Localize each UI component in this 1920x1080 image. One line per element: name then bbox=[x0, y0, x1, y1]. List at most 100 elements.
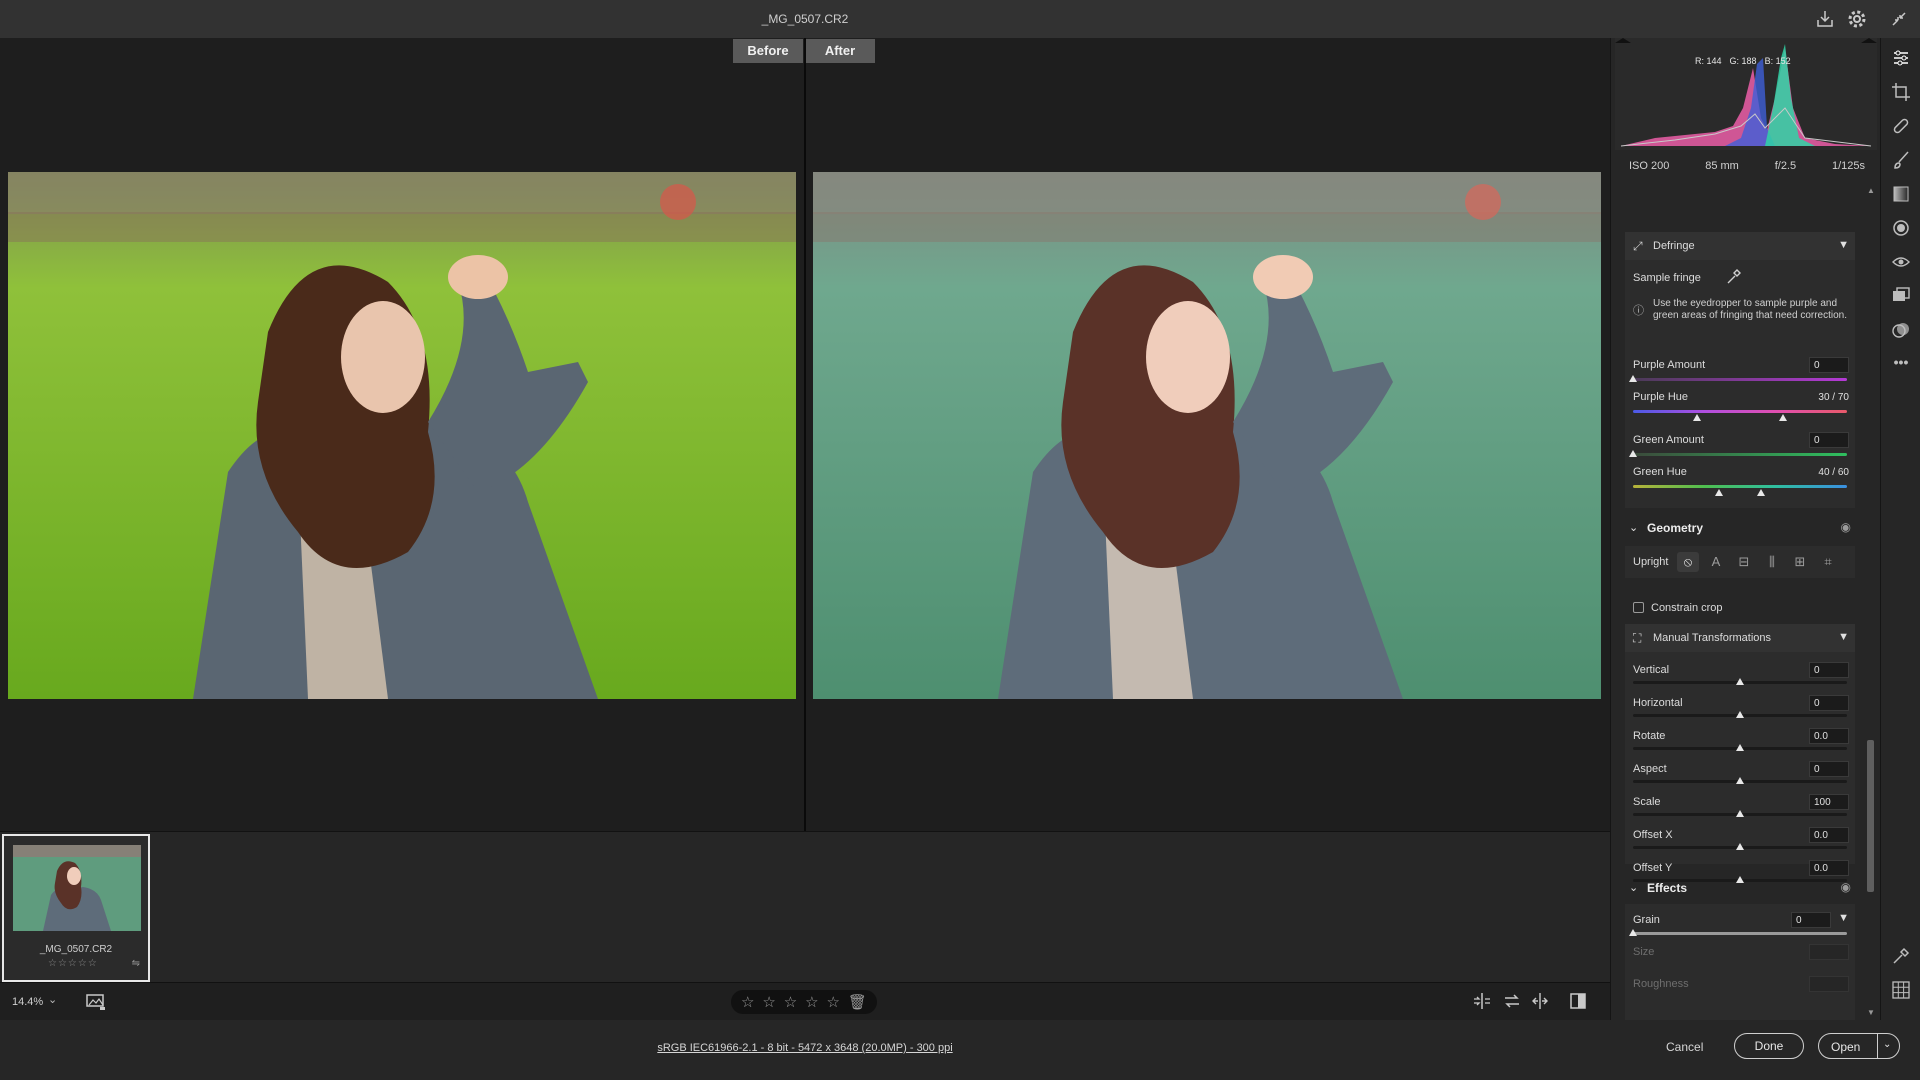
linear-gradient-icon[interactable] bbox=[1891, 184, 1911, 204]
star-4[interactable]: ☆ bbox=[805, 993, 818, 1011]
grain-track[interactable] bbox=[1633, 932, 1847, 935]
panel-scrollbar-thumb[interactable] bbox=[1867, 740, 1874, 892]
green-amount-track[interactable] bbox=[1633, 453, 1847, 456]
grain-handle[interactable] bbox=[1629, 929, 1637, 936]
manual-slider-handle[interactable] bbox=[1736, 843, 1744, 850]
upright-guided-icon[interactable]: ⌗ bbox=[1817, 552, 1839, 572]
thumbnail-stars[interactable]: ☆☆☆☆☆ bbox=[48, 958, 98, 969]
upright-full-icon[interactable]: ⊞ bbox=[1789, 552, 1811, 572]
crop-icon[interactable] bbox=[1891, 82, 1911, 102]
green-amount-label: Green Amount bbox=[1633, 434, 1704, 446]
toggle-view-icon[interactable] bbox=[1569, 992, 1587, 1015]
before-image bbox=[8, 172, 796, 699]
gear-icon[interactable] bbox=[1846, 8, 1868, 30]
swap-settings-icon[interactable] bbox=[1503, 992, 1521, 1015]
green-hue-low-handle[interactable] bbox=[1714, 489, 1723, 496]
edit-icon[interactable] bbox=[1891, 48, 1911, 68]
upright-label: Upright bbox=[1633, 556, 1669, 568]
upright-vertical-icon[interactable]: ⫼ bbox=[1761, 552, 1783, 572]
radial-gradient-icon[interactable] bbox=[1891, 218, 1911, 238]
green-hue-high-handle[interactable] bbox=[1757, 489, 1766, 496]
constrain-crop-checkbox[interactable] bbox=[1633, 602, 1644, 613]
more-icon[interactable]: ••• bbox=[1891, 354, 1911, 374]
manual-slider-input[interactable]: 0.0 bbox=[1809, 827, 1849, 843]
purple-hue-track[interactable] bbox=[1633, 410, 1847, 413]
defringe-header[interactable]: ⤢ Defringe ▼ bbox=[1625, 232, 1855, 260]
geometry-section-header[interactable]: ⌄ Geometry ◉ bbox=[1625, 516, 1855, 540]
filmstrip-toggle-icon[interactable] bbox=[86, 993, 106, 1014]
upright-off-icon[interactable]: ⦸ bbox=[1677, 552, 1699, 572]
manual-slider-handle[interactable] bbox=[1736, 777, 1744, 784]
brush-icon[interactable] bbox=[1891, 150, 1911, 170]
save-icon[interactable] bbox=[1814, 8, 1836, 30]
effects-title: Effects bbox=[1647, 881, 1688, 895]
star-2[interactable]: ☆ bbox=[762, 993, 775, 1011]
manual-slider-handle[interactable] bbox=[1736, 744, 1744, 751]
panel-scrollbar[interactable] bbox=[1865, 184, 1875, 1020]
star-1[interactable]: ☆ bbox=[741, 993, 754, 1011]
purple-amount-track[interactable] bbox=[1633, 378, 1847, 381]
done-button[interactable]: Done bbox=[1734, 1033, 1804, 1059]
copy-settings-icon[interactable] bbox=[1531, 992, 1549, 1015]
grain-input[interactable]: 0 bbox=[1791, 912, 1831, 928]
manual-slider-input[interactable]: 100 bbox=[1809, 794, 1849, 810]
snapshots-icon[interactable] bbox=[1891, 286, 1911, 306]
green-hue-value[interactable]: 40 / 60 bbox=[1789, 465, 1849, 481]
green-amount-input[interactable]: 0 bbox=[1809, 432, 1849, 448]
purple-hue-value[interactable]: 30 / 70 bbox=[1789, 390, 1849, 406]
grid-icon[interactable] bbox=[1891, 980, 1911, 1000]
manual-slider-handle[interactable] bbox=[1736, 678, 1744, 685]
star-5[interactable]: ☆ bbox=[827, 993, 840, 1011]
open-button[interactable]: Open ⌄ bbox=[1818, 1033, 1900, 1059]
before-tab[interactable]: Before bbox=[733, 39, 803, 63]
collapse-triangle-icon[interactable]: ▼ bbox=[1838, 631, 1849, 643]
star-rating: ☆ ☆ ☆ ☆ ☆ 🗑 bbox=[731, 990, 877, 1014]
manual-slider-input[interactable]: 0.0 bbox=[1809, 728, 1849, 744]
filmstrip-thumbnail[interactable]: _MG_0507.CR2 ☆☆☆☆☆ ⇋ bbox=[2, 834, 150, 982]
healing-icon[interactable] bbox=[1891, 116, 1911, 136]
green-hue-label: Green Hue bbox=[1633, 466, 1687, 478]
effects-chevron-icon[interactable]: ⌄ bbox=[1629, 881, 1638, 894]
workflow-options-link[interactable]: sRGB IEC61966-2.1 - 8 bit - 5472 x 3648 … bbox=[0, 1042, 1610, 1054]
presets-icon[interactable] bbox=[1891, 320, 1911, 340]
purple-amount-input[interactable]: 0 bbox=[1809, 357, 1849, 373]
manual-transformations-header[interactable]: ⛶ Manual Transformations ▼ bbox=[1625, 624, 1855, 652]
scroll-down-icon[interactable]: ▼ bbox=[1867, 1008, 1875, 1017]
red-eye-icon[interactable] bbox=[1891, 252, 1911, 272]
manual-slider-input[interactable]: 0 bbox=[1809, 662, 1849, 678]
manual-slider-input[interactable]: 0 bbox=[1809, 695, 1849, 711]
geometry-visibility-eye-icon[interactable]: ◉ bbox=[1841, 520, 1851, 534]
eyedropper-icon[interactable] bbox=[1725, 268, 1741, 289]
image-viewer[interactable]: Before After bbox=[0, 38, 1610, 831]
star-3[interactable]: ☆ bbox=[784, 993, 797, 1011]
sample-fringe-label: Sample fringe bbox=[1633, 272, 1701, 284]
zoom-chevron-down-icon[interactable]: ⌄ bbox=[48, 993, 57, 1006]
before-after-view-icon[interactable] bbox=[1472, 992, 1492, 1015]
panel-scroll-area[interactable]: ⤢ Defringe ▼ Sample fringe ⓘ Use the eye… bbox=[1611, 184, 1871, 1020]
geometry-chevron-icon[interactable]: ⌄ bbox=[1629, 521, 1638, 534]
color-sampler-icon[interactable] bbox=[1891, 946, 1911, 966]
manual-slider-input[interactable]: 0 bbox=[1809, 761, 1849, 777]
scroll-up-icon[interactable]: ▲ bbox=[1867, 186, 1875, 195]
open-options-chevron-icon[interactable]: ⌄ bbox=[1883, 1039, 1891, 1050]
upright-auto-icon[interactable]: A bbox=[1705, 552, 1727, 572]
trash-icon[interactable]: 🗑 bbox=[848, 993, 867, 1011]
manual-slider-handle[interactable] bbox=[1736, 711, 1744, 718]
green-amount-handle[interactable] bbox=[1629, 450, 1637, 457]
fullscreen-icon[interactable] bbox=[1888, 8, 1910, 30]
purple-hue-low-handle[interactable] bbox=[1693, 414, 1702, 421]
zoom-level[interactable]: 14.4% bbox=[12, 996, 43, 1008]
after-tab[interactable]: After bbox=[805, 39, 875, 63]
effects-section-header[interactable]: ⌄ Effects ◉ bbox=[1625, 876, 1855, 900]
effects-visibility-eye-icon[interactable]: ◉ bbox=[1841, 880, 1851, 894]
shutter-value: 1/125s bbox=[1831, 160, 1865, 172]
purple-amount-handle[interactable] bbox=[1629, 375, 1637, 382]
manual-slider-handle[interactable] bbox=[1736, 810, 1744, 817]
upright-level-icon[interactable]: ⊟ bbox=[1733, 552, 1755, 572]
manual-slider-input[interactable]: 0.0 bbox=[1809, 860, 1849, 876]
collapse-triangle-icon[interactable]: ▼ bbox=[1838, 239, 1849, 251]
purple-hue-high-handle[interactable] bbox=[1778, 414, 1787, 421]
cancel-button[interactable]: Cancel bbox=[1666, 1040, 1703, 1054]
green-hue-track[interactable] bbox=[1633, 485, 1847, 488]
grain-triangle-icon[interactable]: ▼ bbox=[1838, 912, 1849, 924]
